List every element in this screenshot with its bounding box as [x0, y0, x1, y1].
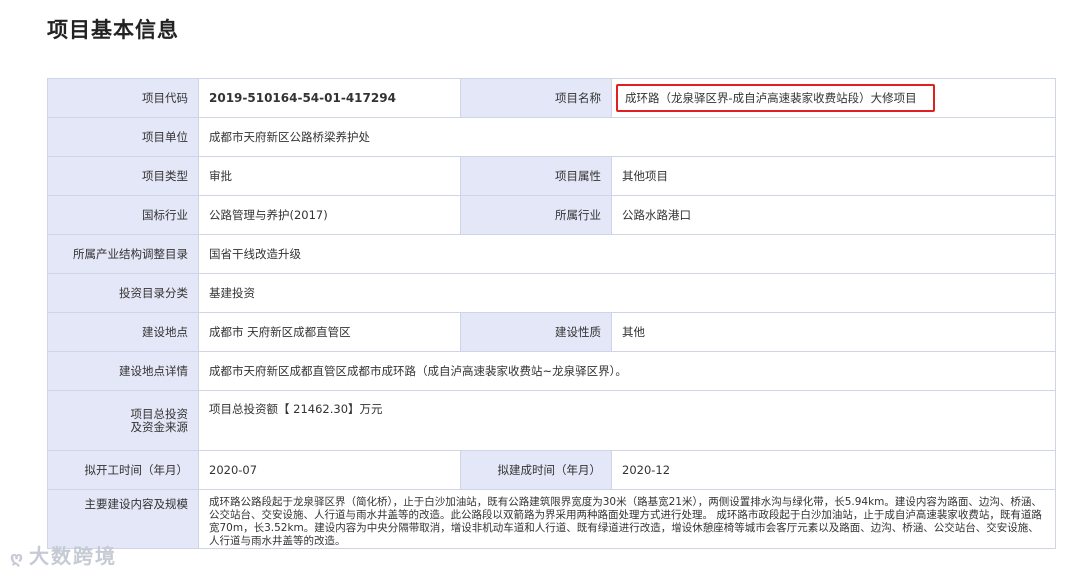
watermark: ღ 大数跨境 — [10, 540, 117, 569]
location-detail-value: 成都市天府新区成都直管区成都市成环路（成自泸高速裴家收费站~龙泉驿区界）。 — [198, 351, 1056, 391]
industry-label: 所属行业 — [460, 195, 612, 235]
location-label: 建设地点 — [47, 312, 199, 352]
project-name-cell: 成环路（龙泉驿区界-成自泸高速裴家收费站段）大修项目 — [611, 78, 1056, 118]
industry-value: 公路水路港口 — [611, 195, 1056, 235]
project-name-value: 成环路（龙泉驿区界-成自泸高速裴家收费站段）大修项目 — [616, 84, 935, 112]
project-type-value: 审批 — [198, 156, 461, 196]
watermark-logo-icon: ღ — [10, 548, 26, 567]
project-name-label: 项目名称 — [460, 78, 612, 118]
table-row: 项目类型 审批 项目属性 其他项目 — [47, 156, 1056, 196]
project-unit-label: 项目单位 — [47, 117, 199, 157]
table-row: 主要建设内容及规模 成环路公路段起于龙泉驿区界（简化桥），止于白沙加油站，既有公… — [47, 489, 1056, 549]
project-info-table: 项目代码 2019-510164-54-01-417294 项目名称 成环路（龙… — [47, 78, 1056, 549]
watermark-text: 大数跨境 — [29, 544, 118, 568]
page-title: 项目基本信息 — [47, 18, 179, 42]
table-row: 拟开工时间（年月） 2020-07 拟建成时间（年月） 2020-12 — [47, 450, 1056, 490]
table-row: 项目总投资 及资金来源 项目总投资额【 21462.30】万元 — [47, 390, 1056, 451]
table-row: 建设地点详情 成都市天府新区成都直管区成都市成环路（成自泸高速裴家收费站~龙泉驿… — [47, 351, 1056, 391]
investment-category-value: 基建投资 — [198, 273, 1056, 313]
location-value: 成都市 天府新区成都直管区 — [198, 312, 461, 352]
scope-value: 成环路公路段起于龙泉驿区界（简化桥），止于白沙加油站，既有公路建筑限界宽度为30… — [198, 489, 1056, 549]
project-code-value: 2019-510164-54-01-417294 — [198, 78, 461, 118]
investment-category-label: 投资目录分类 — [47, 273, 199, 313]
investment-label: 项目总投资 及资金来源 — [47, 390, 199, 451]
table-row: 投资目录分类 基建投资 — [47, 273, 1056, 313]
start-time-value: 2020-07 — [198, 450, 461, 490]
project-unit-value: 成都市天府新区公路桥梁养护处 — [198, 117, 1056, 157]
table-row: 所属产业结构调整目录 国省干线改造升级 — [47, 234, 1056, 274]
end-time-label: 拟建成时间（年月） — [460, 450, 612, 490]
project-type-label: 项目类型 — [47, 156, 199, 196]
national-industry-label: 国标行业 — [47, 195, 199, 235]
end-time-value: 2020-12 — [611, 450, 1056, 490]
investment-label-line1: 项目总投资 — [130, 406, 189, 421]
investment-label-line2: 及资金来源 — [130, 419, 189, 434]
table-row: 项目单位 成都市天府新区公路桥梁养护处 — [47, 117, 1056, 157]
project-attribute-value: 其他项目 — [611, 156, 1056, 196]
location-detail-label: 建设地点详情 — [47, 351, 199, 391]
nature-label: 建设性质 — [460, 312, 612, 352]
project-code-label: 项目代码 — [47, 78, 199, 118]
catalog-value: 国省干线改造升级 — [198, 234, 1056, 274]
catalog-label: 所属产业结构调整目录 — [47, 234, 199, 274]
table-row: 国标行业 公路管理与养护(2017) 所属行业 公路水路港口 — [47, 195, 1056, 235]
table-row: 建设地点 成都市 天府新区成都直管区 建设性质 其他 — [47, 312, 1056, 352]
investment-value: 项目总投资额【 21462.30】万元 — [198, 390, 1056, 451]
nature-value: 其他 — [611, 312, 1056, 352]
project-attribute-label: 项目属性 — [460, 156, 612, 196]
table-row: 项目代码 2019-510164-54-01-417294 项目名称 成环路（龙… — [47, 78, 1056, 118]
national-industry-value: 公路管理与养护(2017) — [198, 195, 461, 235]
start-time-label: 拟开工时间（年月） — [47, 450, 199, 490]
